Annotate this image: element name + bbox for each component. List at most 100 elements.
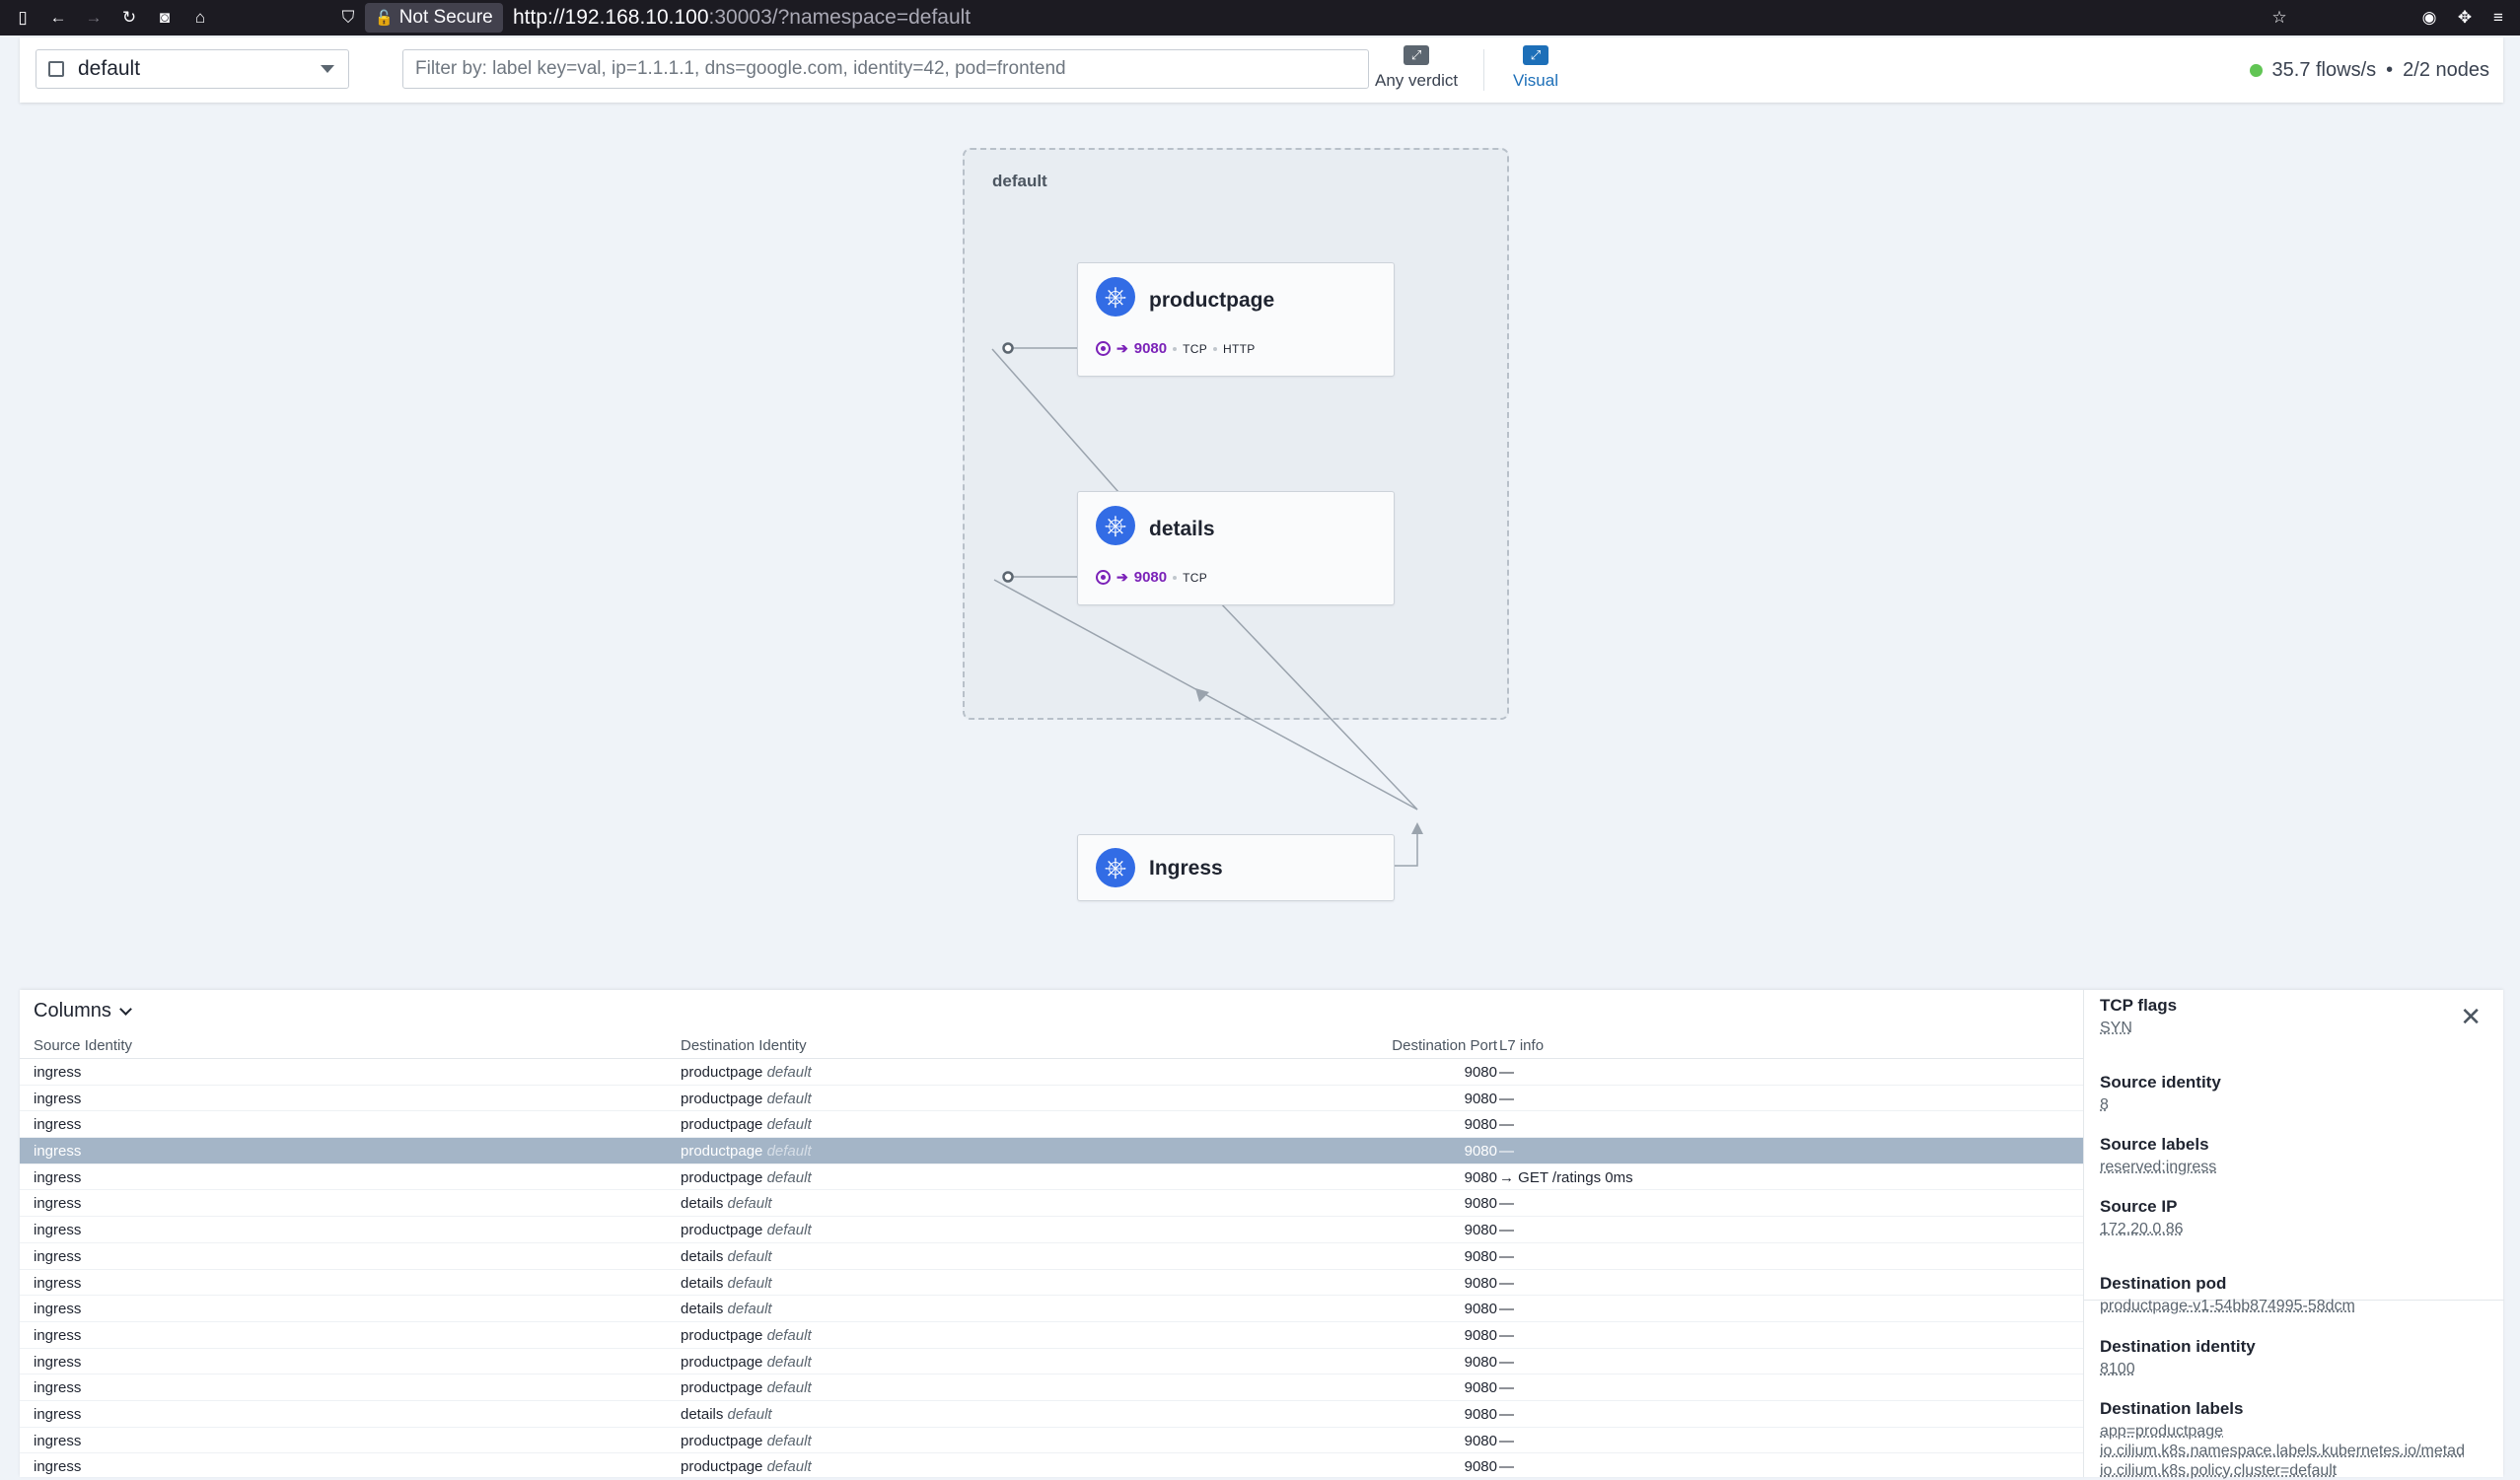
destination-namespace: default — [727, 1247, 772, 1265]
close-icon[interactable]: ✕ — [2460, 1004, 2482, 1029]
destination-port: 9080 — [1464, 1143, 1497, 1161]
field-source-labels: Source labels reserved:ingress — [2100, 1135, 2217, 1176]
destination-namespace: default — [766, 1458, 812, 1476]
filter-input[interactable] — [402, 49, 1369, 89]
table-row[interactable]: ingress details default 9080— — [20, 1243, 2083, 1270]
account-icon[interactable]: ◉ — [2416, 5, 2442, 31]
destination-port: 9080 — [1464, 1432, 1497, 1449]
flow-stats: 35.7 flows/s • 2/2 nodes — [2249, 59, 2489, 82]
l7-info: — — [1499, 1090, 1514, 1107]
header-source-identity: Source Identity — [34, 1037, 133, 1054]
destination-identity: details default — [681, 1406, 772, 1423]
destination-name: productpage — [681, 1090, 763, 1107]
source-identity-value[interactable]: 8 — [2100, 1096, 2221, 1114]
namespace-selector[interactable]: default — [36, 49, 349, 89]
field-destination-pod: Destination pod productpage-v1-54bb87499… — [2100, 1274, 2355, 1315]
source-ip-value[interactable]: 172.20.0.86 — [2100, 1221, 2184, 1238]
back-icon[interactable]: ← — [45, 5, 71, 31]
destination-name: productpage — [681, 1116, 763, 1134]
destination-namespace: default — [766, 1432, 812, 1449]
menu-icon[interactable]: ≡ — [2485, 5, 2511, 31]
forward-icon[interactable]: → — [81, 5, 107, 31]
service-card-ingress[interactable]: ⎈ Ingress — [1077, 834, 1395, 901]
home-icon[interactable]: ⌂ — [187, 5, 213, 31]
table-row[interactable]: ingress details default 9080— — [20, 1401, 2083, 1428]
columns-button[interactable]: Columns — [34, 1000, 132, 1022]
service-card-details[interactable]: ⎈ details ➔ 9080 TCP — [1077, 491, 1395, 605]
destination-namespace: default — [727, 1274, 772, 1292]
source-identity: ingress — [34, 1195, 82, 1213]
destination-port: 9080 — [1464, 1195, 1497, 1213]
service-card-productpage[interactable]: ⎈ productpage ➔ 9080 TCP HTTP — [1077, 262, 1395, 377]
table-row[interactable]: ingress productpage default 9080— — [20, 1059, 2083, 1086]
table-row[interactable]: ingress productpage default 9080— — [20, 1374, 2083, 1401]
destination-port: 9080 — [1464, 1274, 1497, 1292]
table-row[interactable]: ingress productpage default 9080— — [20, 1111, 2083, 1139]
field-tcp-flags: TCP flags SYN — [2100, 996, 2178, 1037]
caret-down-icon — [321, 65, 334, 73]
port-row: ➔ 9080 TCP HTTP — [1096, 340, 1256, 357]
table-row[interactable]: ingress productpage default 9080— — [20, 1086, 2083, 1112]
destination-namespace: default — [766, 1353, 812, 1371]
field-destination-identity: Destination identity 8100 — [2100, 1337, 2256, 1378]
table-row[interactable]: ingress productpage default 9080— — [20, 1138, 2083, 1164]
toolbar-divider — [1483, 49, 1484, 91]
reload-icon[interactable]: ↻ — [116, 5, 142, 31]
security-indicator[interactable]: 🔓 Not Secure — [365, 3, 503, 33]
extensions-icon[interactable]: ✥ — [2452, 5, 2478, 31]
destination-namespace: default — [766, 1326, 812, 1344]
table-row[interactable]: ingress productpage default 9080— — [20, 1217, 2083, 1243]
destination-identity: productpage default — [681, 1222, 812, 1238]
destination-port: 9080 — [1464, 1168, 1497, 1186]
table-row[interactable]: ingress details default 9080— — [20, 1190, 2083, 1218]
destination-port: 9080 — [1464, 1379, 1497, 1397]
destination-identity-value[interactable]: 8100 — [2100, 1361, 2256, 1378]
l7-info: → GET /ratings 0ms — [1499, 1168, 1633, 1186]
port-icon — [1096, 341, 1111, 356]
bookmark-star-icon[interactable]: ☆ — [2267, 5, 2292, 31]
destination-identity: productpage default — [681, 1116, 812, 1133]
destination-port: 9080 — [1464, 1326, 1497, 1344]
field-source-identity: Source identity 8 — [2100, 1073, 2221, 1114]
table-row[interactable]: ingress productpage default 9080— — [20, 1453, 2083, 1477]
bullet-separator: • — [2386, 59, 2394, 81]
address-bar[interactable]: http://192.168.10.100:30003/?namespace=d… — [513, 6, 971, 30]
destination-port: 9080 — [1464, 1116, 1497, 1134]
header-destination-port: Destination Port — [1392, 1037, 1497, 1054]
source-labels-value[interactable]: reserved:ingress — [2100, 1159, 2216, 1176]
source-identity: ingress — [34, 1458, 82, 1476]
l7-info: — — [1499, 1274, 1514, 1292]
source-identity: ingress — [34, 1168, 82, 1186]
destination-identity: productpage default — [681, 1091, 812, 1107]
destination-pod-value[interactable]: productpage-v1-54bb874995-58dcm — [2100, 1298, 2355, 1315]
table-row[interactable]: ingress productpage default 9080— — [20, 1349, 2083, 1375]
nodes-count: 2/2 nodes — [2403, 59, 2489, 81]
port-number: 9080 — [1133, 340, 1168, 357]
table-row[interactable]: ingress productpage default 9080 → GET /rat… — [20, 1164, 2083, 1191]
table-row[interactable]: ingress productpage default 9080— — [20, 1322, 2083, 1349]
edge-arrow-head-up — [1411, 822, 1423, 834]
tcp-flags-value[interactable]: SYN — [2100, 1020, 2177, 1037]
destination-name: productpage — [681, 1326, 763, 1344]
destination-identity: details default — [681, 1195, 772, 1212]
screenshot-icon[interactable]: ◙ — [152, 5, 178, 31]
destination-label-value[interactable]: app=productpage — [2100, 1423, 2465, 1441]
visual-toggle-button[interactable]: ⤢ Visual — [1513, 45, 1558, 91]
status-dot-icon — [2249, 64, 2263, 77]
visual-icon: ⤢ — [1523, 45, 1548, 65]
destination-name: details — [681, 1247, 724, 1265]
destination-label-value[interactable]: io.cilium.k8s.policy.cluster=default — [2100, 1462, 2465, 1480]
service-map[interactable]: default ⎈ productpage ➔ 9080 TCP HTTP ⎈ … — [0, 103, 2520, 990]
shield-icon[interactable]: ⛉ — [335, 5, 361, 31]
table-row[interactable]: ingress details default 9080— — [20, 1296, 2083, 1322]
destination-name: productpage — [681, 1379, 763, 1397]
l7-info: — — [1499, 1353, 1514, 1371]
verdict-filter-button[interactable]: ⤢ Any verdict — [1375, 45, 1458, 91]
destination-label-value[interactable]: io.cilium.k8s.namespace.labels.kubernete… — [2100, 1443, 2465, 1460]
table-row[interactable]: ingress productpage default 9080— — [20, 1428, 2083, 1454]
flow-details-panel: ✕ TCP flags SYN Source identity 8 Source… — [2083, 990, 2504, 1480]
sidebar-icon[interactable]: ▯ — [10, 5, 36, 31]
source-identity: ingress — [34, 1090, 82, 1107]
kubernetes-icon: ⎈ — [1096, 277, 1135, 317]
table-row[interactable]: ingress details default 9080— — [20, 1270, 2083, 1297]
